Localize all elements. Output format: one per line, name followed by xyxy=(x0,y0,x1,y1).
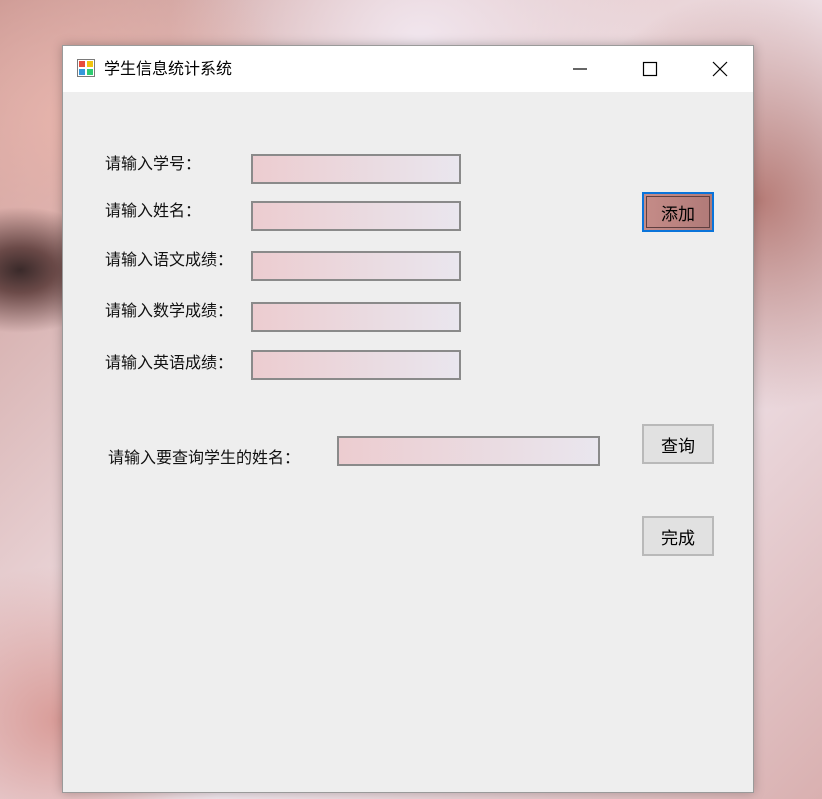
title-bar[interactable]: 学生信息统计系统 xyxy=(63,46,753,92)
name-input[interactable] xyxy=(251,201,461,231)
add-button[interactable]: 添加 xyxy=(642,192,714,232)
chinese-score-input[interactable] xyxy=(251,251,461,281)
main-window: 学生信息统计系统 请输入学号： 请输入姓名： 请输入语文成绩： 请输入数学成绩： xyxy=(62,45,754,793)
close-icon xyxy=(712,61,728,77)
chinese-score-label: 请输入语文成绩： xyxy=(105,250,234,269)
math-score-label: 请输入数学成绩： xyxy=(105,301,234,320)
close-button[interactable] xyxy=(685,46,755,92)
maximize-icon xyxy=(642,61,658,77)
english-score-input[interactable] xyxy=(251,350,461,380)
maximize-button[interactable] xyxy=(615,46,685,92)
minimize-icon xyxy=(573,68,587,70)
query-name-label: 请输入要查询学生的姓名： xyxy=(108,448,301,467)
query-button[interactable]: 查询 xyxy=(642,424,714,464)
done-button[interactable]: 完成 xyxy=(642,516,714,556)
query-name-input[interactable] xyxy=(337,436,600,466)
add-button-label: 添加 xyxy=(646,196,710,228)
student-id-input[interactable] xyxy=(251,154,461,184)
form-client-area: 请输入学号： 请输入姓名： 请输入语文成绩： 请输入数学成绩： 请输入英语成绩：… xyxy=(63,92,753,792)
name-label: 请输入姓名： xyxy=(105,201,202,220)
english-score-label: 请输入英语成绩： xyxy=(105,353,234,372)
window-title: 学生信息统计系统 xyxy=(104,59,233,78)
math-score-input[interactable] xyxy=(251,302,461,332)
minimize-button[interactable] xyxy=(545,46,615,92)
app-icon xyxy=(77,59,95,77)
student-id-label: 请输入学号： xyxy=(105,154,202,173)
